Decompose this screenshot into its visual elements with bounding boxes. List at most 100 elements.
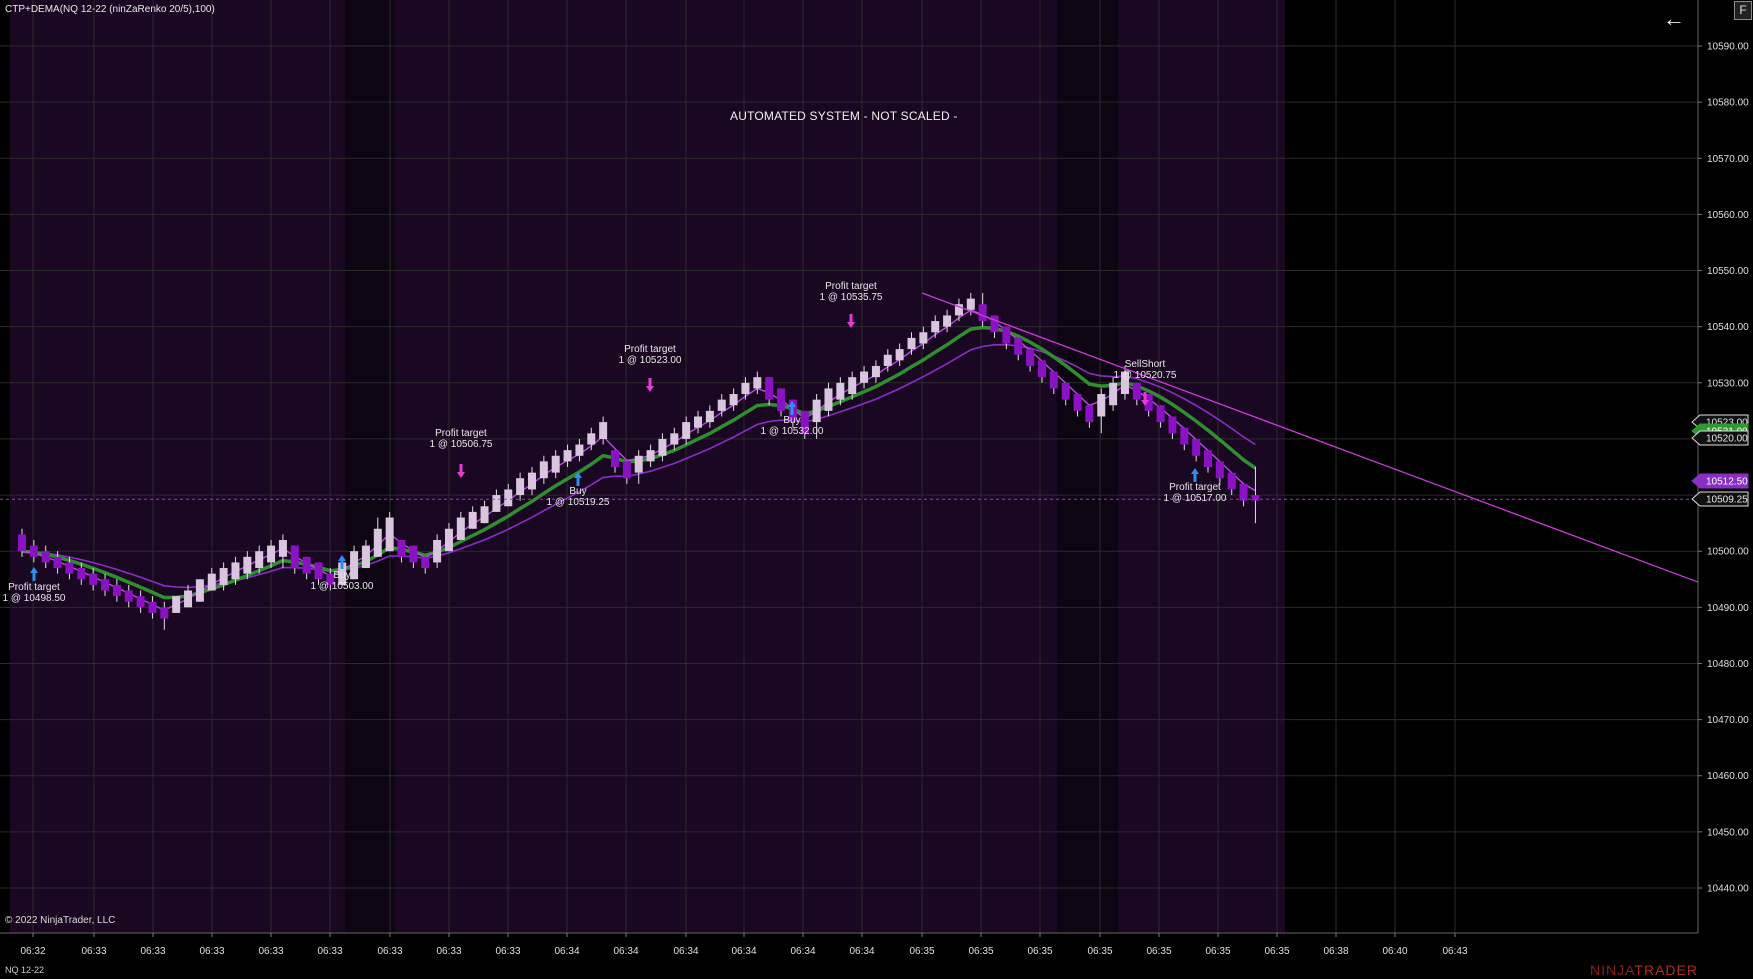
- time-tick-label: 06:35: [1205, 946, 1230, 957]
- time-tick-label: 06:34: [613, 946, 638, 957]
- trade-detail: 1 @ 10503.00: [311, 581, 374, 592]
- time-tick-label: 06:33: [140, 946, 165, 957]
- session-shade-gap: [345, 0, 395, 933]
- candle-bear: [89, 573, 98, 585]
- candle-bull: [658, 438, 667, 456]
- candle-bull: [195, 579, 204, 602]
- candle-bear: [1204, 450, 1212, 467]
- trade-label: Profit target: [1169, 482, 1221, 493]
- candle-bull: [670, 433, 679, 445]
- candle-bull: [575, 444, 584, 456]
- candle-bull: [694, 416, 703, 428]
- candle-bull: [895, 349, 904, 361]
- session-shade-band: [395, 0, 1057, 933]
- arrow-left-icon: ←: [1663, 6, 1685, 31]
- candle-bull: [824, 388, 833, 411]
- price-chart[interactable]: Profit target1 @ 10498.50Profit target1 …: [0, 0, 1753, 979]
- candle-bear: [1168, 416, 1177, 434]
- candle-bull: [1097, 394, 1106, 417]
- candle-bull: [480, 506, 489, 524]
- candle-bear: [160, 607, 169, 619]
- candle-bull: [231, 562, 240, 580]
- candle-bull: [1109, 382, 1118, 406]
- candle-bull: [753, 377, 762, 389]
- candle-bull: [361, 545, 370, 569]
- candle-bear: [1156, 405, 1165, 423]
- session-shade-band: [1118, 0, 1285, 933]
- candle-bull: [812, 399, 821, 423]
- candle-bull: [848, 377, 857, 395]
- candle-bear: [41, 551, 50, 563]
- candle-bull: [563, 450, 572, 462]
- price-tick-label: 10590.00: [1707, 42, 1749, 53]
- price-axis[interactable]: 10590.00 10580.00 10570.00 10560.00 10550.00…: [1698, 42, 1749, 895]
- trade-detail: 1 @ 10523.00: [619, 355, 682, 366]
- session-shade-gap: [1057, 0, 1118, 933]
- candle-bull: [444, 528, 453, 552]
- candle-bull: [172, 596, 181, 613]
- candle-bear: [136, 596, 145, 608]
- candle-bull: [373, 528, 382, 557]
- candle-bear: [18, 534, 26, 552]
- candle-bear: [1085, 405, 1094, 423]
- time-tick-label: 06:43: [1442, 946, 1467, 957]
- candle-bear: [1026, 349, 1035, 366]
- candle-bear: [765, 377, 774, 400]
- price-tick-label: 10570.00: [1707, 154, 1749, 165]
- time-tick-label: 06:33: [199, 946, 224, 957]
- candle-bull: [860, 371, 869, 383]
- back-button[interactable]: ←: [1663, 8, 1685, 30]
- candle-bull: [539, 461, 548, 479]
- candle-bull: [504, 489, 513, 507]
- candle-bear: [77, 568, 86, 580]
- f-button[interactable]: F: [1734, 1, 1752, 20]
- candle-bear: [124, 590, 133, 602]
- candle-bull: [243, 556, 252, 574]
- candle-bear: [1192, 438, 1201, 456]
- price-marker-label: 10520.00: [1706, 434, 1748, 445]
- candle-bear: [1061, 382, 1070, 400]
- price-tick-label: 10440.00: [1707, 884, 1749, 895]
- trade-detail: 1 @ 10498.50: [3, 593, 66, 604]
- candle-bull: [919, 332, 928, 344]
- time-tick-label: 06:33: [317, 946, 342, 957]
- trade-label: Profit target: [435, 428, 487, 439]
- candle-bull: [883, 354, 892, 366]
- price-marker-label: 10509.25: [1706, 495, 1748, 506]
- time-tick-label: 06:33: [495, 946, 520, 957]
- candle-bear: [53, 556, 62, 569]
- candle-bull: [966, 298, 975, 310]
- candle-bear: [1002, 326, 1011, 344]
- time-tick-label: 06:34: [731, 946, 756, 957]
- candle-bull: [741, 382, 750, 395]
- candle-bear: [622, 461, 631, 479]
- price-tick-label: 10460.00: [1707, 771, 1749, 782]
- time-axis[interactable]: 06:32 06:33 06:33 06:33 06:33 06:33 06:33 06:33…: [20, 933, 1468, 957]
- candle-bear: [1037, 360, 1046, 378]
- candle-bear: [314, 562, 323, 580]
- price-tick-label: 10470.00: [1707, 715, 1749, 726]
- price-markers: 10523.0010521.0010520.0010512.5010509.25: [1691, 414, 1749, 507]
- time-tick-label: 06:33: [436, 946, 461, 957]
- system-notice: AUTOMATED SYSTEM - NOT SCALED -: [730, 109, 958, 123]
- trade-detail: 1 @ 10535.75: [820, 292, 883, 303]
- price-tick-label: 10450.00: [1707, 827, 1749, 838]
- ninjatrader-logo: NINJATRADER: [1590, 962, 1698, 978]
- time-tick-label: 06:32: [20, 946, 45, 957]
- candle-bull: [456, 517, 465, 540]
- time-tick-label: 06:33: [377, 946, 402, 957]
- candle-bull: [836, 382, 845, 400]
- trade-detail: 1 @ 10520.75: [1114, 370, 1177, 381]
- trade-detail: 1 @ 10506.75: [430, 439, 493, 450]
- candle-bear: [1073, 394, 1082, 411]
- candle-bear: [777, 388, 786, 411]
- price-tick-label: 10530.00: [1707, 378, 1749, 389]
- candle-bull: [587, 433, 596, 445]
- price-tick-label: 10560.00: [1707, 210, 1749, 221]
- price-tick-label: 10550.00: [1707, 266, 1749, 277]
- trade-detail: 1 @ 10519.25: [547, 497, 610, 508]
- candle-bull: [682, 422, 691, 439]
- candle-bear: [978, 304, 987, 322]
- candle-bear: [1239, 483, 1248, 501]
- candle-bear: [611, 450, 619, 467]
